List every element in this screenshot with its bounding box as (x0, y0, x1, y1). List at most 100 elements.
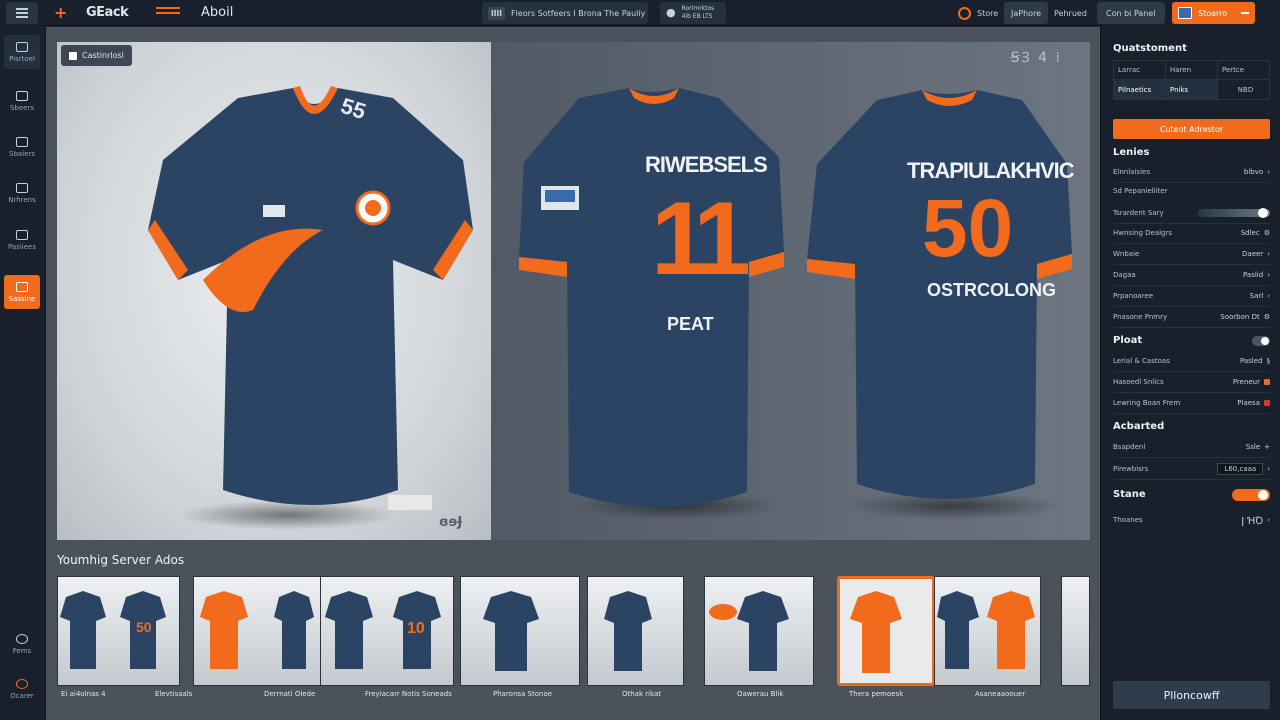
thumb-label: Freyiacarr Notis Soneads (365, 690, 452, 698)
doc-icon: llll (488, 6, 505, 20)
view-label[interactable]: Castinrlosl (61, 45, 132, 66)
table-cell[interactable]: NBD (1217, 80, 1269, 99)
table-cell[interactable]: Pertce (1217, 61, 1269, 79)
property-label: Lewring Boan Frem (1113, 399, 1181, 407)
thumb-image (840, 579, 932, 683)
platform-tab[interactable]: ● Rorlmrktos 4ib EB LTS (660, 2, 726, 24)
thumb-label: Oawerau Blik (737, 690, 784, 698)
lines-icon[interactable] (156, 7, 180, 19)
shapes-icon (16, 136, 28, 147)
property-row[interactable]: Bsapdenl Ssle + (1113, 437, 1270, 458)
property-row[interactable]: Lerial & Castoas Pasled § (1113, 351, 1270, 372)
design-thumbnail[interactable] (934, 576, 1041, 686)
store-link[interactable]: Store (958, 2, 998, 24)
sidebar-item-label: Ocarer (10, 691, 34, 700)
jphore-button[interactable]: JaPhore (1004, 2, 1049, 24)
opacity-slider[interactable] (1198, 208, 1270, 218)
preferred-link[interactable]: Pehrued (1054, 9, 1087, 18)
property-row[interactable]: Pnasone Pnmry Soorbon Dt ⚙ (1113, 307, 1270, 328)
chevron-icon: › (1267, 250, 1270, 258)
sidebar-item-label: Sasslne (8, 294, 36, 303)
sidebar-item-project[interactable]: Pisrtoel (4, 35, 40, 69)
publish-button[interactable]: Plloncowff (1113, 681, 1270, 709)
sidebar-item-screens[interactable]: Sbeers (4, 84, 40, 118)
add-icon: + (1264, 443, 1270, 451)
property-row[interactable]: Thoanes ǀ ꞪꝹ › (1113, 509, 1270, 530)
property-row[interactable]: Ploat (1113, 330, 1270, 351)
svg-text:50: 50 (136, 619, 152, 635)
menu-icon[interactable] (6, 2, 38, 24)
add-icon[interactable]: + (54, 3, 67, 22)
section-title: Stane (1113, 489, 1146, 500)
thumb-label: Ei ai4olnas 4 (61, 690, 106, 698)
top-bar: + GEack Aboil llll Fleors Sotfeers I Bro… (0, 0, 1280, 26)
design-canvas[interactable]: 55 RIWEBSELS 11 PEAT TRAPIULAKHVIC 50 OS… (57, 42, 1090, 540)
corner-tools[interactable]: ꞨꞫ 4 ⁞ (1011, 48, 1062, 67)
sidebar-item-user[interactable]: Ocarer (4, 672, 40, 706)
back-jersey-one[interactable] (509, 82, 789, 512)
property-value: Plaesa (1237, 399, 1260, 407)
stance-toggle[interactable] (1232, 488, 1270, 501)
design-thumbnail[interactable]: 50 (57, 576, 180, 686)
settings-icon: ⚙ (1263, 229, 1270, 237)
document-tab[interactable]: llll Fleors Sotfeers I Brona The Pauliy (482, 2, 648, 24)
table-cell[interactable]: Pniks (1165, 80, 1217, 99)
design-thumbnail-partial[interactable] (1061, 576, 1090, 686)
property-row[interactable]: Stane (1113, 484, 1270, 505)
property-value: Paslid (1243, 271, 1264, 279)
sidebar-item-label: Fems (12, 646, 32, 655)
front-watermark: ɞɘɈ (439, 515, 463, 530)
properties-panel: Quatstoment Larrac Haren Pertce Pilnaeti… (1100, 27, 1280, 720)
about-menu[interactable]: Aboil (201, 5, 233, 20)
design-thumbnail-selected[interactable] (837, 576, 935, 686)
property-label: Sd Pepanielliter (1113, 186, 1168, 195)
save-button[interactable]: Stoarro (1172, 2, 1256, 24)
table-row: Larrac Haren Pertce (1113, 60, 1270, 80)
float-toggle[interactable] (1252, 335, 1270, 346)
property-row[interactable]: Prpanoaree Sarl › (1113, 286, 1270, 307)
main-workspace: 55 RIWEBSELS 11 PEAT TRAPIULAKHVIC 50 OS… (46, 27, 1100, 720)
section-title: Lenies (1113, 147, 1150, 158)
chevron-icon: › (1267, 168, 1270, 176)
control-panel-button[interactable]: Con bi Panel (1097, 2, 1165, 24)
property-value: Daeer (1242, 250, 1264, 258)
back-name-two: TRAPIULAKHVIC (907, 158, 1075, 183)
save-icon (1178, 7, 1192, 19)
create-adjustor-button[interactable]: Cuteot Adrestor (1113, 119, 1270, 139)
front-jersey[interactable] (143, 80, 479, 510)
design-thumbnail[interactable] (704, 576, 814, 686)
thumb-image (937, 591, 1035, 669)
property-row[interactable]: Sd Pepanielliter (1113, 180, 1270, 201)
design-thumbnail[interactable] (460, 576, 580, 686)
property-row[interactable]: Lewring Boan Frem Plaesa (1113, 393, 1270, 414)
design-thumbnail[interactable]: 10 (320, 576, 454, 686)
sidebar-item-shapes[interactable]: Sbaiers (4, 130, 40, 164)
property-row[interactable]: Tsrardent Sary (1113, 203, 1270, 224)
sidebar-item-help[interactable]: Fems (4, 627, 40, 661)
layers-icon (16, 90, 28, 101)
property-row[interactable]: Hwnsing Dealgrs Sdlec ⚙ (1113, 223, 1270, 244)
property-row[interactable]: Wnbaie Daeer › (1113, 244, 1270, 265)
sidebar-item-label: Sbeers (9, 103, 35, 112)
property-label: Pnasone Pnmry (1113, 313, 1168, 321)
sidebar-item-style[interactable]: Sasslne (4, 275, 40, 309)
section-title: Acbarted (1113, 421, 1165, 432)
property-row[interactable]: Pirewbisrs L60,caaa › (1113, 459, 1270, 480)
table-cell[interactable]: Larrac (1114, 61, 1165, 79)
design-thumbnail[interactable] (193, 576, 322, 686)
table-cell[interactable]: Pilnaetics (1114, 80, 1165, 99)
help-icon (16, 633, 28, 644)
chevron-icon: › (1267, 271, 1270, 279)
sidebar-item-label: Nrhrens (8, 195, 36, 204)
property-label: Hasoedl Snlics (1113, 378, 1164, 386)
property-label: Prpanoaree (1113, 292, 1154, 300)
design-thumbnail[interactable] (587, 576, 684, 686)
sidebar-item-images[interactable]: Nrhrens (4, 176, 40, 210)
property-row[interactable]: Dagaa Paslid › (1113, 265, 1270, 286)
property-label: Lerial & Castoas (1113, 357, 1170, 365)
sidebar-item-palette[interactable]: Pasiiees (4, 223, 40, 257)
layers-icon (69, 51, 77, 60)
table-cell[interactable]: Haren (1165, 61, 1217, 79)
property-row[interactable]: Hasoedl Snlics Preneur (1113, 372, 1270, 393)
property-input[interactable]: L60,caaa (1217, 463, 1264, 475)
